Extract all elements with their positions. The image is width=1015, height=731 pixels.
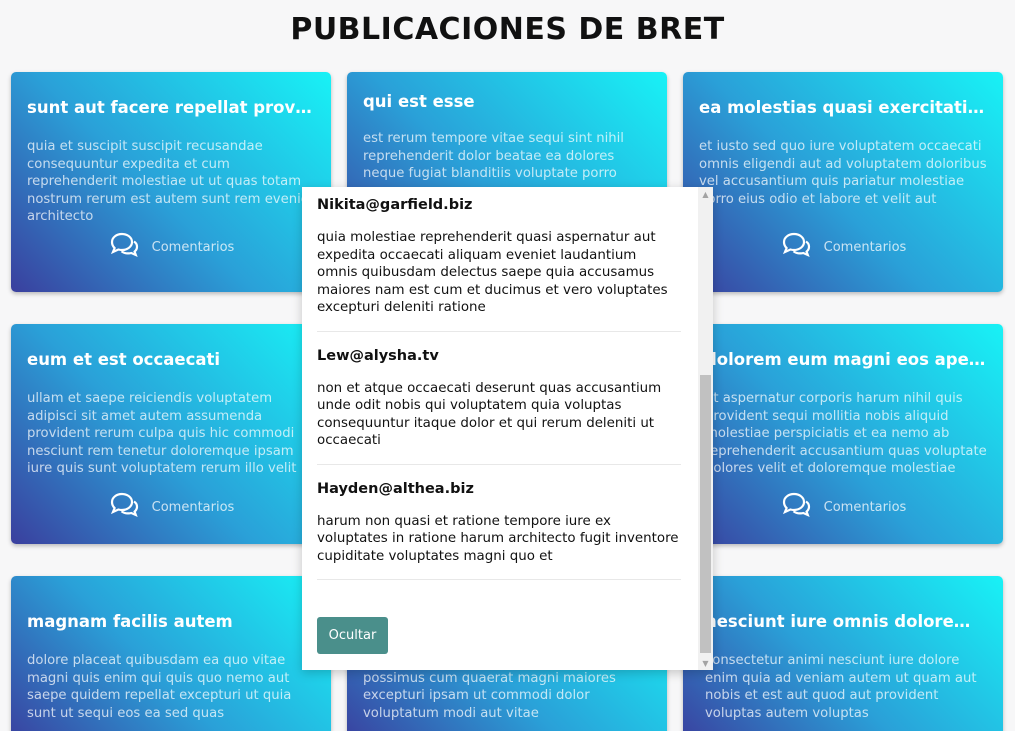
comments-icon <box>108 492 140 522</box>
post-body: dolore placeat quibusdam ea quo vitae ma… <box>27 653 292 721</box>
post-title: ea molestias quasi exercitationem repell… <box>699 98 987 117</box>
comments-modal: Nikita@garfield.biz quia molestiae repre… <box>302 187 713 670</box>
scroll-up-arrow-icon[interactable]: ▲ <box>698 187 713 201</box>
post-title: nesciunt iure omnis dolorem tempora et a… <box>705 612 987 631</box>
page-title: PUBLICACIONES DE BRET <box>290 12 725 47</box>
comment-email: Hayden@althea.biz <box>317 480 474 497</box>
post-card: eum et est occaecati ullam et saepe reic… <box>11 324 331 544</box>
post-title: sunt aut facere repellat provident occae… <box>27 98 315 117</box>
comments-icon <box>780 492 812 522</box>
comments-label: Comentarios <box>823 239 907 255</box>
comment-item: Hayden@althea.biz harum non quasi et rat… <box>317 465 681 580</box>
post-title: qui est esse <box>363 92 475 111</box>
comments-link[interactable]: Comentarios <box>683 232 1003 262</box>
post-body: ut aspernatur corporis harum nihil quis … <box>705 391 987 477</box>
post-title: dolorem eum magni eos aperiam quia <box>705 350 987 369</box>
comment-item: Nikita@garfield.biz quia molestiae repre… <box>317 187 681 332</box>
post-body: et iusto sed quo iure voluptatem occaeca… <box>699 139 987 207</box>
modal-scrollbar[interactable]: ▲ ▼ <box>698 187 713 670</box>
comments-link[interactable]: Comentarios <box>11 232 331 262</box>
post-body: est rerum tempore vitae sequi sint nihil… <box>363 131 624 182</box>
post-card: nesciunt iure omnis dolorem tempora et a… <box>683 576 1003 731</box>
comments-label: Comentarios <box>823 499 907 515</box>
comments-list: Nikita@garfield.biz quia molestiae repre… <box>317 187 681 580</box>
post-card: ea molestias quasi exercitationem repell… <box>683 72 1003 292</box>
comment-email: Nikita@garfield.biz <box>317 197 473 213</box>
post-title: eum et est occaecati <box>27 350 221 369</box>
post-card: sunt aut facere repellat provident occae… <box>11 72 331 292</box>
comments-link[interactable]: Comentarios <box>11 492 331 522</box>
post-card: magnam facilis autem dolore placeat quib… <box>11 576 331 731</box>
post-body: consectetur animi nesciunt iure dolore e… <box>705 653 977 721</box>
comment-body: harum non quasi et ratione tempore iure … <box>317 513 679 564</box>
scroll-down-arrow-icon[interactable]: ▼ <box>698 656 713 670</box>
post-card: dolorem eum magni eos aperiam quia ut as… <box>683 324 1003 544</box>
comment-item: Lew@alysha.tv non et atque occaecati des… <box>317 332 681 465</box>
hide-comments-button[interactable]: Ocultar <box>317 617 388 654</box>
post-title: magnam facilis autem <box>27 612 233 631</box>
post-body: quia et suscipit suscipit recusandae con… <box>27 139 315 225</box>
comment-body: non et atque occaecati deserunt quas acc… <box>317 380 662 449</box>
comments-label: Comentarios <box>151 499 235 515</box>
comments-label: Comentarios <box>151 239 235 255</box>
comments-icon <box>108 232 140 262</box>
comment-body: quia molestiae reprehenderit quasi asper… <box>317 230 668 315</box>
post-body: ullam et saepe reiciendis voluptatem adi… <box>27 391 297 477</box>
comments-icon <box>780 232 812 262</box>
scrollbar-thumb[interactable] <box>700 375 711 653</box>
comment-email: Lew@alysha.tv <box>317 347 439 364</box>
comments-link[interactable]: Comentarios <box>683 492 1003 522</box>
